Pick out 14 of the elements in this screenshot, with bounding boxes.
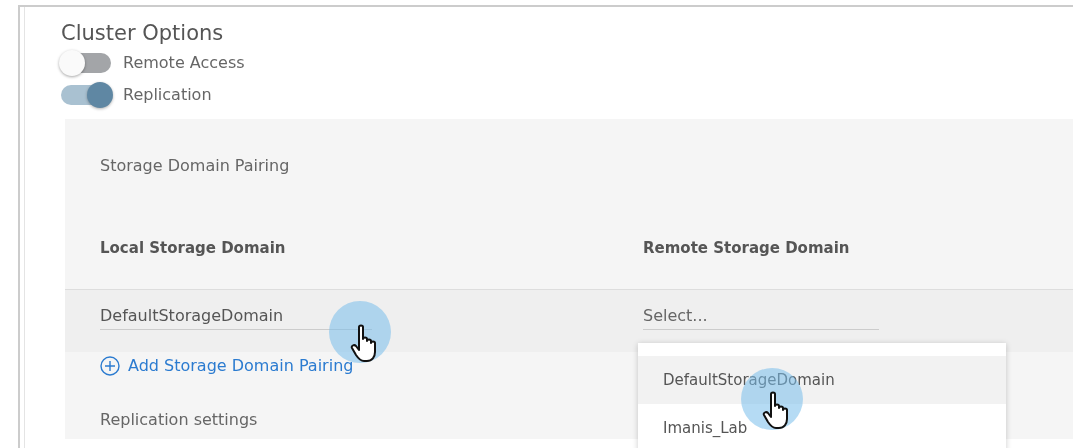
dropdown-option[interactable]: Imanis_Lab: [638, 404, 1006, 448]
section-subtitle: Storage Domain Pairing: [100, 156, 290, 175]
settings-heading: Replication settings: [100, 410, 258, 429]
toggle-label: Remote Access: [123, 52, 245, 74]
dropdown-option[interactable]: DefaultStorageDomain: [638, 356, 1006, 404]
remote-domain-field[interactable]: Select...: [643, 305, 879, 330]
section-title: Cluster Options: [61, 20, 225, 47]
toggle-label: Replication: [123, 84, 212, 106]
column-header: Remote Storage Domain: [643, 239, 850, 257]
column-header: Local Storage Domain: [100, 239, 286, 257]
toggle-switch[interactable]: [61, 53, 111, 73]
toggle-switch[interactable]: [61, 85, 111, 105]
add-circle-icon: [100, 356, 120, 376]
add-pairing-link[interactable]: Add Storage Domain Pairing: [100, 355, 354, 377]
